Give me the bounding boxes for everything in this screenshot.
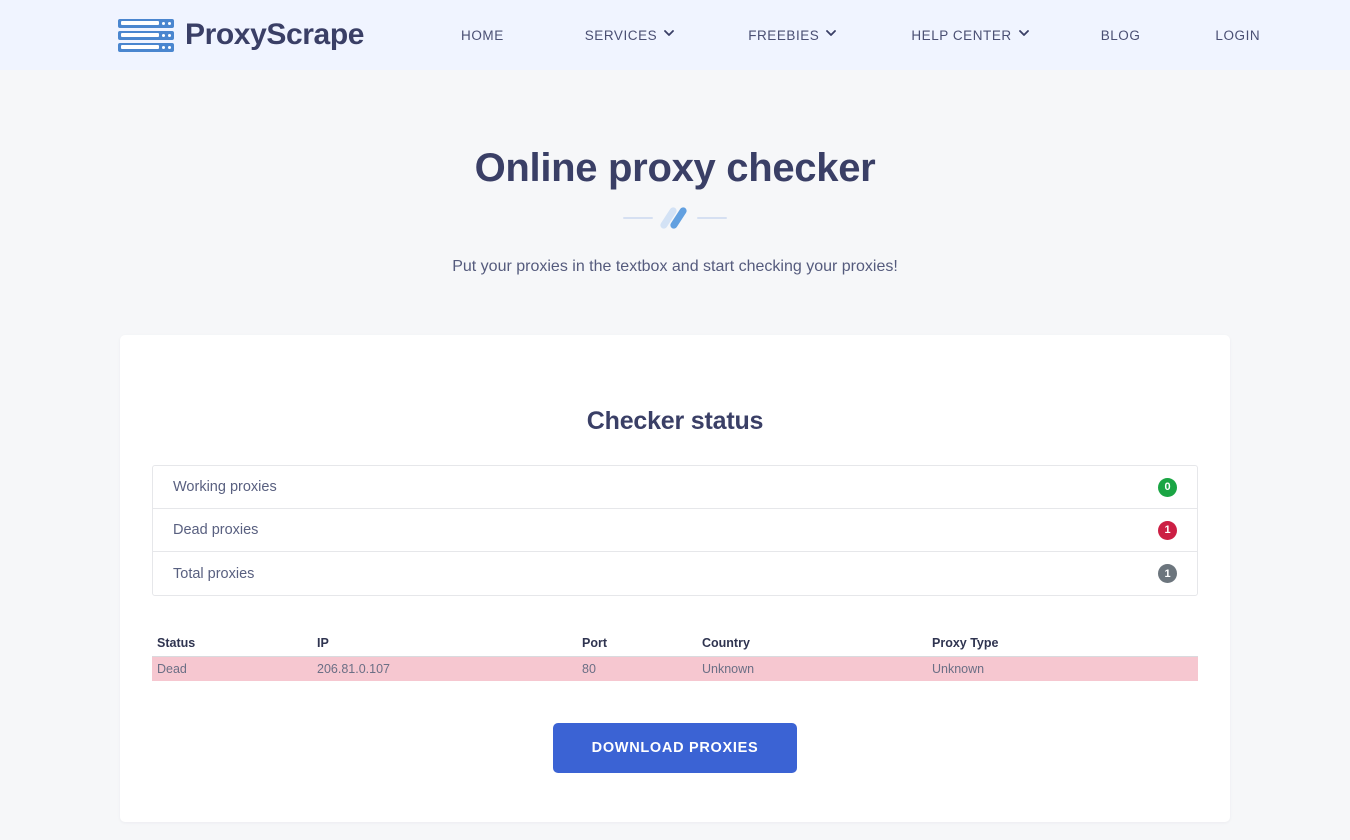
status-badge-working: 0 [1158, 477, 1177, 497]
server-rack-icon [118, 18, 174, 52]
column-header-status: Status [152, 636, 312, 657]
status-label-working: Working proxies [173, 479, 277, 495]
nav-label-freebies: FREEBIES [748, 27, 820, 43]
status-label-dead: Dead proxies [173, 522, 259, 538]
chevron-down-icon [664, 29, 675, 39]
main-navigation: HOME SERVICES FREEBIES HELP CENTER BLOG … [461, 28, 1260, 43]
status-row-dead-proxies: Dead proxies 1 [153, 509, 1197, 552]
cell-country: Unknown [697, 656, 927, 681]
column-header-port: Port [577, 636, 697, 657]
cell-proxy-type: Unknown [927, 656, 1198, 681]
nav-item-home[interactable]: HOME [461, 28, 504, 43]
page-title: Online proxy checker [474, 146, 876, 190]
table-row: Dead 206.81.0.107 80 Unknown Unknown [152, 656, 1198, 681]
proxy-results-table: Status IP Port Country Proxy Type Dead 2… [152, 636, 1198, 681]
nav-item-help-center[interactable]: HELP CENTER [911, 27, 1029, 43]
checker-status-card: Checker status Working proxies 0 Dead pr… [120, 335, 1230, 822]
divider-line-left [623, 217, 653, 219]
nav-label-help-center: HELP CENTER [911, 27, 1012, 43]
cell-ip: 206.81.0.107 [312, 656, 577, 681]
nav-item-login[interactable]: LOGIN [1215, 28, 1260, 43]
chevron-down-icon [1018, 29, 1029, 39]
nav-label-login: LOGIN [1215, 27, 1261, 43]
nav-item-services[interactable]: SERVICES [584, 27, 675, 43]
nav-label-blog: BLOG [1100, 27, 1141, 43]
double-slash-divider-icon [618, 205, 732, 231]
hero-section: Online proxy checker Put your proxies in… [0, 70, 1350, 276]
nav-item-freebies[interactable]: FREEBIES [748, 27, 837, 43]
status-badge-total: 1 [1158, 564, 1177, 583]
status-label-total: Total proxies [173, 565, 255, 582]
status-row-total-proxies: Total proxies 1 [153, 552, 1197, 595]
column-header-country: Country [697, 636, 927, 657]
divider-line-right [697, 217, 727, 219]
status-badge-dead: 1 [1158, 520, 1177, 540]
proxy-table-head: Status IP Port Country Proxy Type [152, 636, 1198, 657]
page-subtitle: Put your proxies in the textbox and star… [452, 258, 898, 275]
table-header-row: Status IP Port Country Proxy Type [152, 636, 1198, 657]
brand-logo[interactable]: ProxyScrape [118, 18, 364, 52]
nav-item-blog[interactable]: BLOG [1101, 28, 1141, 43]
nav-label-home: HOME [461, 27, 504, 43]
brand-name: ProxyScrape [185, 18, 365, 51]
status-row-working-proxies: Working proxies 0 [153, 466, 1197, 509]
nav-label-services: SERVICES [584, 27, 658, 43]
status-list: Working proxies 0 Dead proxies 1 Total p… [152, 465, 1198, 596]
cell-status: Dead [152, 656, 312, 681]
slash-pair-icon [659, 206, 688, 230]
column-header-proxy-type: Proxy Type [927, 636, 1198, 657]
card-title: Checker status [586, 407, 764, 435]
download-proxies-button[interactable]: DOWNLOAD PROXIES [552, 723, 798, 773]
download-button-container: DOWNLOAD PROXIES [120, 723, 1230, 773]
cell-port: 80 [577, 656, 697, 681]
proxy-table-body: Dead 206.81.0.107 80 Unknown Unknown [152, 656, 1198, 681]
chevron-down-icon [826, 29, 837, 39]
column-header-ip: IP [312, 636, 577, 657]
site-header: ProxyScrape HOME SERVICES FREEBIES HELP … [0, 0, 1350, 70]
